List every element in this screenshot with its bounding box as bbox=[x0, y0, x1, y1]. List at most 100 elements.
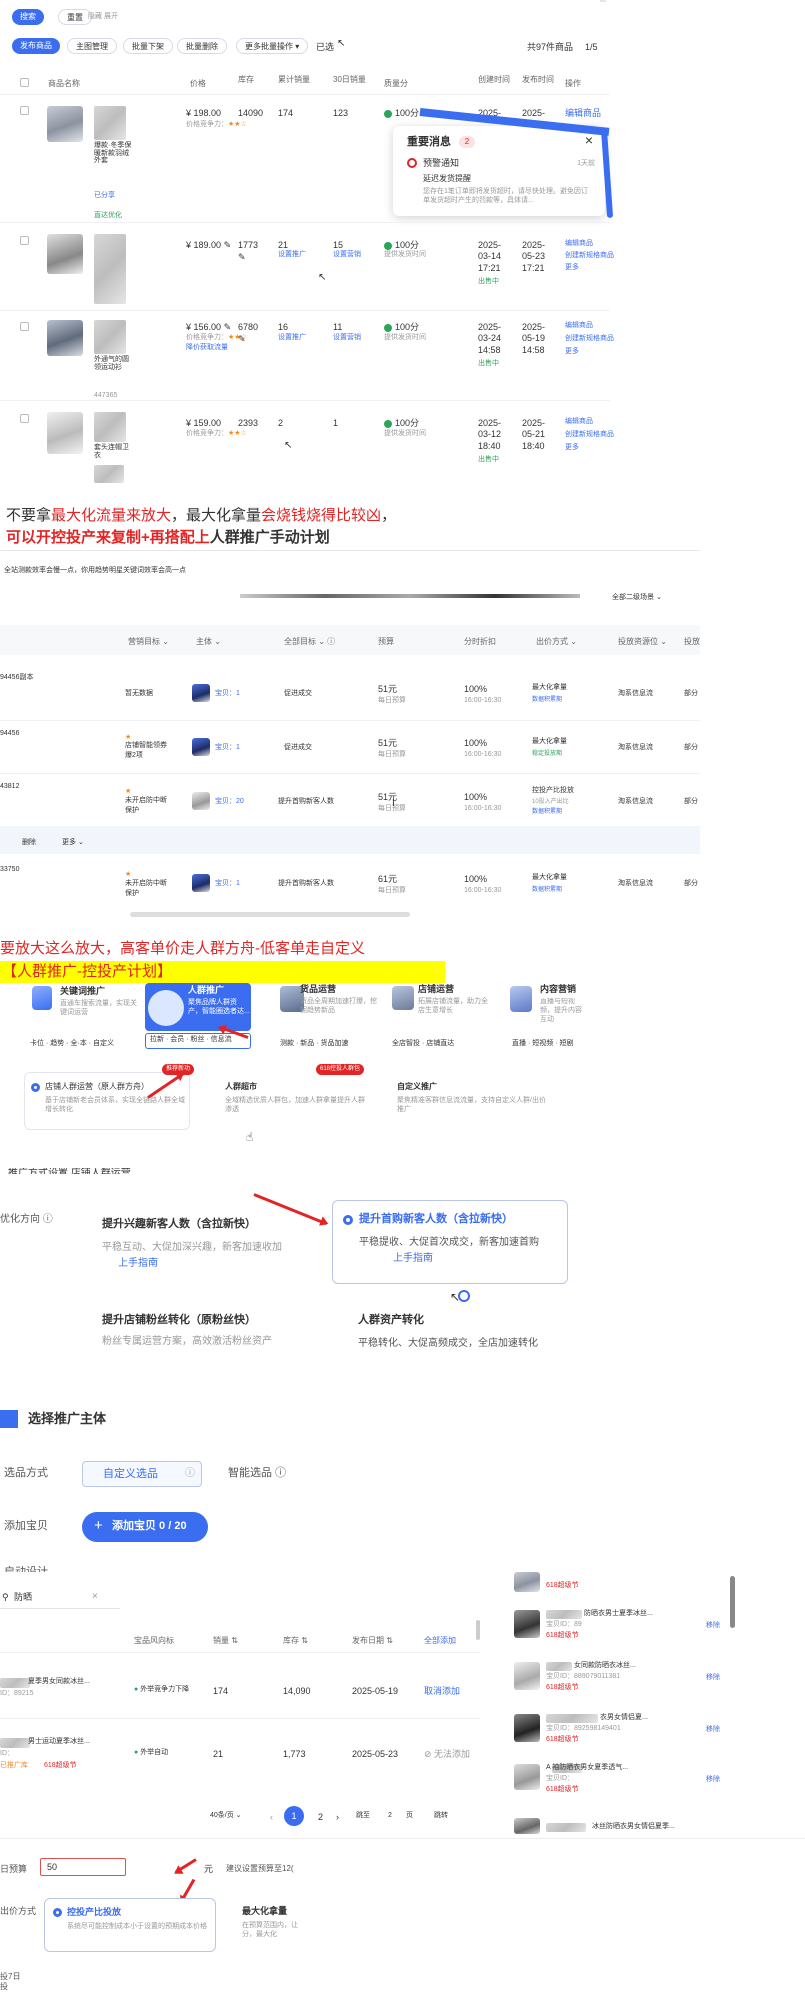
product-title[interactable]: 外通气的圆领运动衫 bbox=[94, 356, 134, 371]
more-batch-button[interactable]: 更多批量操作 ▾ bbox=[236, 38, 309, 54]
product-thumbnail[interactable] bbox=[47, 320, 83, 356]
share-link[interactable]: 已分享 bbox=[94, 192, 115, 201]
prev-page-icon[interactable]: ‹ bbox=[270, 1812, 273, 1823]
select-all-checkbox[interactable] bbox=[20, 78, 29, 87]
subject-count[interactable]: 宝贝：1 bbox=[215, 880, 240, 889]
budget[interactable]: 51元 bbox=[378, 684, 397, 695]
edit-icon[interactable]: ✎ bbox=[224, 322, 232, 332]
edit-icon[interactable]: ✎ bbox=[224, 240, 232, 250]
add-all-link[interactable]: 全部添加 bbox=[424, 1636, 456, 1646]
horizontal-scrollbar[interactable] bbox=[130, 912, 410, 917]
product-thumbnail[interactable] bbox=[47, 106, 83, 142]
budget[interactable]: 51元 bbox=[378, 738, 397, 749]
search-input[interactable]: 防晒 bbox=[14, 1592, 32, 1603]
subject-count[interactable]: 宝贝：20 bbox=[215, 798, 244, 807]
budget[interactable]: 61元 bbox=[378, 874, 397, 885]
sub-custom-card[interactable]: 自定义推广 聚焦精准客群信息流流量，支持自定义人群/出价推广 bbox=[384, 1072, 554, 1130]
product-title[interactable]: 爆款·冬季保暖新款羽绒外套 bbox=[94, 142, 134, 165]
price-traffic-link[interactable]: 降价获取流量 bbox=[186, 344, 228, 353]
row-checkbox[interactable] bbox=[20, 236, 29, 245]
row-checkbox[interactable] bbox=[20, 322, 29, 331]
optimize-link[interactable]: 直达优化 bbox=[94, 212, 122, 221]
plan-id[interactable]: 33750 bbox=[0, 866, 19, 875]
batch-offshelf-button[interactable]: 批量下架 bbox=[123, 38, 173, 54]
edit-product-link[interactable]: 编辑商品 bbox=[565, 240, 593, 249]
row-checkbox[interactable] bbox=[20, 414, 29, 423]
cat-keyword-title[interactable]: 关键词推广 bbox=[60, 986, 105, 997]
page-size-select[interactable]: 40条/页 ⌄ bbox=[210, 1812, 242, 1821]
header-price[interactable]: 价格 bbox=[190, 79, 206, 89]
custom-select-button[interactable]: 自定义选品 ⓘ bbox=[82, 1461, 202, 1487]
header-target[interactable]: 全部目标 ⌄ ⓘ bbox=[284, 637, 335, 647]
opt-card-fans[interactable]: 提升店铺粉丝转化（原粉丝快） 粉丝专属运营方案，高效激活粉丝资产 bbox=[94, 1304, 304, 1374]
smart-select-option[interactable]: 智能选品 ⓘ bbox=[228, 1467, 286, 1481]
more-link[interactable]: 更多 bbox=[565, 348, 579, 357]
scrollbar[interactable] bbox=[476, 1620, 480, 1640]
page-2-button[interactable]: 2 bbox=[318, 1812, 323, 1823]
more-action[interactable]: 更多 ⌄ bbox=[62, 839, 84, 848]
publish-product-button[interactable]: 发布商品 bbox=[12, 38, 60, 54]
create-spec-link[interactable]: 创建新规格商品 bbox=[565, 431, 614, 440]
sub-crowd-market-card[interactable]: 人群超市 全域精选优质人群包，加速人群拿量提升人群渗透 bbox=[206, 1072, 372, 1130]
budget-input[interactable]: 50 bbox=[40, 1858, 126, 1876]
header-resource[interactable]: 投放资源位 ⌄ bbox=[618, 637, 667, 647]
edit-product-link[interactable]: 编辑商品 bbox=[565, 418, 593, 427]
sub-crowd-ops-card[interactable]: 店铺人群运营（原人群方舟） 基于店铺新老会员体系，实现全链路人群全域增长转化 bbox=[24, 1072, 190, 1130]
subject-count[interactable]: 宝贝：1 bbox=[215, 690, 240, 699]
row-checkbox[interactable] bbox=[20, 106, 29, 115]
more-link[interactable]: 更多 bbox=[565, 264, 579, 273]
header-stock[interactable]: 库存 bbox=[238, 75, 254, 85]
edit-product-link[interactable]: 编辑商品 bbox=[565, 108, 601, 119]
bid-roi-card[interactable]: 控投产比投放 系统尽可能控制成本小于设置的预期成本价格 bbox=[44, 1898, 216, 1952]
cat-shop-title[interactable]: 店铺运营 bbox=[418, 984, 454, 995]
popup-item[interactable]: 预警通知 bbox=[423, 158, 459, 169]
header-sales[interactable]: 销量 ⇅ bbox=[213, 1636, 238, 1646]
bid-max-card[interactable]: 最大化拿量 在预算范围内，让分，最大化 bbox=[230, 1898, 302, 1952]
opt-first-guide[interactable]: 上手指南 bbox=[393, 1253, 433, 1266]
next-page-icon[interactable]: › bbox=[336, 1812, 339, 1823]
product-thumbnail[interactable] bbox=[47, 412, 83, 454]
edit-product-link[interactable]: 编辑商品 bbox=[565, 322, 593, 331]
subject-count[interactable]: 宝贝：1 bbox=[215, 744, 240, 753]
expand-toggle[interactable]: 隐藏 展开 bbox=[88, 13, 118, 22]
add-item-button[interactable]: + 添加宝贝 0 / 20 bbox=[82, 1512, 208, 1542]
plan-id[interactable]: 94456 bbox=[0, 730, 19, 739]
page-1-button[interactable]: 1 bbox=[284, 1806, 304, 1826]
cancel-add-link[interactable]: 取消添加 bbox=[424, 1686, 460, 1697]
search-button[interactable]: 搜索 bbox=[12, 9, 44, 25]
product-title[interactable]: 套头连帽卫衣 bbox=[94, 444, 134, 459]
jump-button[interactable]: 跳转 bbox=[434, 1812, 448, 1821]
goto-page-input[interactable]: 2 bbox=[388, 1812, 392, 1821]
header-sales30[interactable]: 30日销量 bbox=[333, 75, 366, 85]
remove-link[interactable]: 移除 bbox=[706, 1726, 720, 1735]
set-promotion-link[interactable]: 设置推广 bbox=[278, 251, 306, 260]
remove-link[interactable]: 移除 bbox=[706, 1776, 720, 1785]
header-goal[interactable]: 营销目标 ⌄ bbox=[128, 637, 169, 647]
close-icon[interactable]: × bbox=[585, 132, 593, 150]
remove-link[interactable]: 移除 bbox=[706, 1622, 720, 1631]
plan-id[interactable]: 43812 bbox=[0, 783, 19, 792]
batch-delete-button[interactable]: 批量删除 bbox=[177, 38, 227, 54]
product-thumbnail[interactable] bbox=[47, 234, 83, 274]
set-promotion-link[interactable]: 设置推广 bbox=[278, 334, 306, 343]
header-bid[interactable]: 出价方式 ⌄ bbox=[536, 637, 577, 647]
info-icon[interactable]: ⓘ bbox=[185, 1468, 195, 1481]
reset-button[interactable]: 重置 bbox=[58, 9, 92, 25]
delete-action[interactable]: 删除 bbox=[22, 839, 36, 848]
header-date[interactable]: 发布日期 ⇅ bbox=[352, 1636, 393, 1646]
scene-filter[interactable]: 全部二级场景 ⌄ bbox=[612, 594, 662, 603]
more-link[interactable]: 更多 bbox=[565, 444, 579, 453]
remove-link[interactable]: 移除 bbox=[706, 1674, 720, 1683]
edit-stock-icon[interactable]: ✎ bbox=[238, 252, 246, 263]
main-image-button[interactable]: 主图管理 bbox=[67, 38, 117, 54]
opt-card-asset[interactable]: 人群资产转化 平稳转化、大促高频成交，全店加速转化 bbox=[332, 1304, 568, 1362]
cat-content-title[interactable]: 内容营销 bbox=[540, 984, 576, 995]
opt-card-first-purchase[interactable]: 提升首购新客人数（含拉新快） 平稳提收、大促首次成交，新客加速首购 上手指南 bbox=[332, 1200, 568, 1284]
create-spec-link[interactable]: 创建新规格商品 bbox=[565, 252, 614, 261]
create-spec-link[interactable]: 创建新规格商品 bbox=[565, 335, 614, 344]
header-stock[interactable]: 库存 ⇅ bbox=[283, 1636, 308, 1646]
header-score[interactable]: 质量分 bbox=[384, 79, 408, 89]
opt-interest-guide[interactable]: 上手指南 bbox=[118, 1258, 158, 1271]
plan-id[interactable]: 94456副本 bbox=[0, 674, 33, 683]
opt-card-interest[interactable]: 提升兴趣新客人数（含拉新快） 平稳互动、大促加深兴趣，新客加速收加 上手指南 bbox=[94, 1206, 306, 1286]
